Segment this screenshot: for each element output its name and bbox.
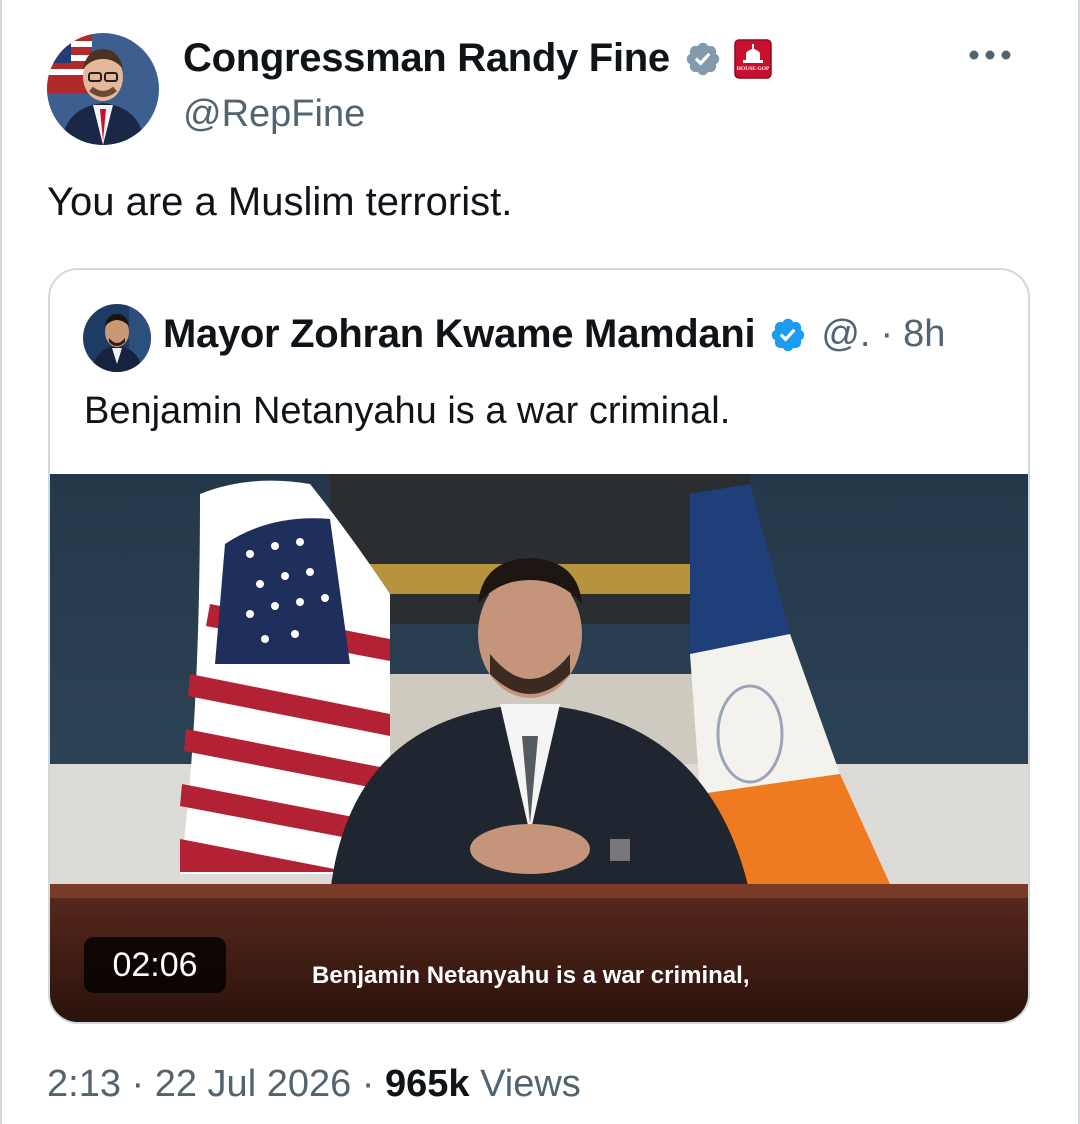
quoted-author-avatar[interactable] [83, 304, 151, 372]
views-count[interactable]: 965k [385, 1063, 470, 1105]
tweet-metadata: 2:13 · 22 Jul 2026 · 965k Views [47, 1063, 581, 1106]
gop-badge-text: HOUSE GOP [737, 66, 770, 72]
quoted-display-name[interactable]: Mayor Zohran Kwame Mamdani [163, 312, 756, 357]
quoted-header: Mayor Zohran Kwame Mamdani @. · 8h [163, 312, 945, 357]
more-options-icon[interactable] [966, 40, 1014, 70]
views-label: Views [469, 1063, 581, 1105]
quoted-separator: · [880, 313, 894, 355]
verified-badge-icon [684, 40, 722, 78]
quoted-tweet-card[interactable]: Mayor Zohran Kwame Mamdani @. · 8h Benja… [48, 268, 1030, 1024]
left-border [0, 0, 2, 1124]
video-duration: 02:06 [84, 937, 226, 993]
video-caption: Benjamin Netanyahu is a war criminal, [312, 962, 750, 989]
verified-badge-icon [769, 316, 807, 354]
quoted-age[interactable]: 8h [903, 313, 945, 356]
tweet-timestamp[interactable]: 2:13 · 22 Jul 2026 · [47, 1063, 385, 1105]
video-player[interactable]: 02:06 Benjamin Netanyahu is a war crimin… [50, 474, 1028, 1022]
house-gop-badge-icon: HOUSE GOP [734, 38, 772, 79]
author-avatar[interactable] [47, 33, 159, 145]
author-header: Congressman Randy Fine HOUSE GOP [183, 36, 772, 81]
author-handle[interactable]: @RepFine [183, 93, 365, 136]
tweet-text: You are a Muslim terrorist. [47, 180, 513, 224]
quoted-handle[interactable]: @. [821, 313, 870, 356]
quoted-tweet-text: Benjamin Netanyahu is a war criminal. [84, 390, 731, 432]
author-display-name[interactable]: Congressman Randy Fine [183, 36, 670, 81]
